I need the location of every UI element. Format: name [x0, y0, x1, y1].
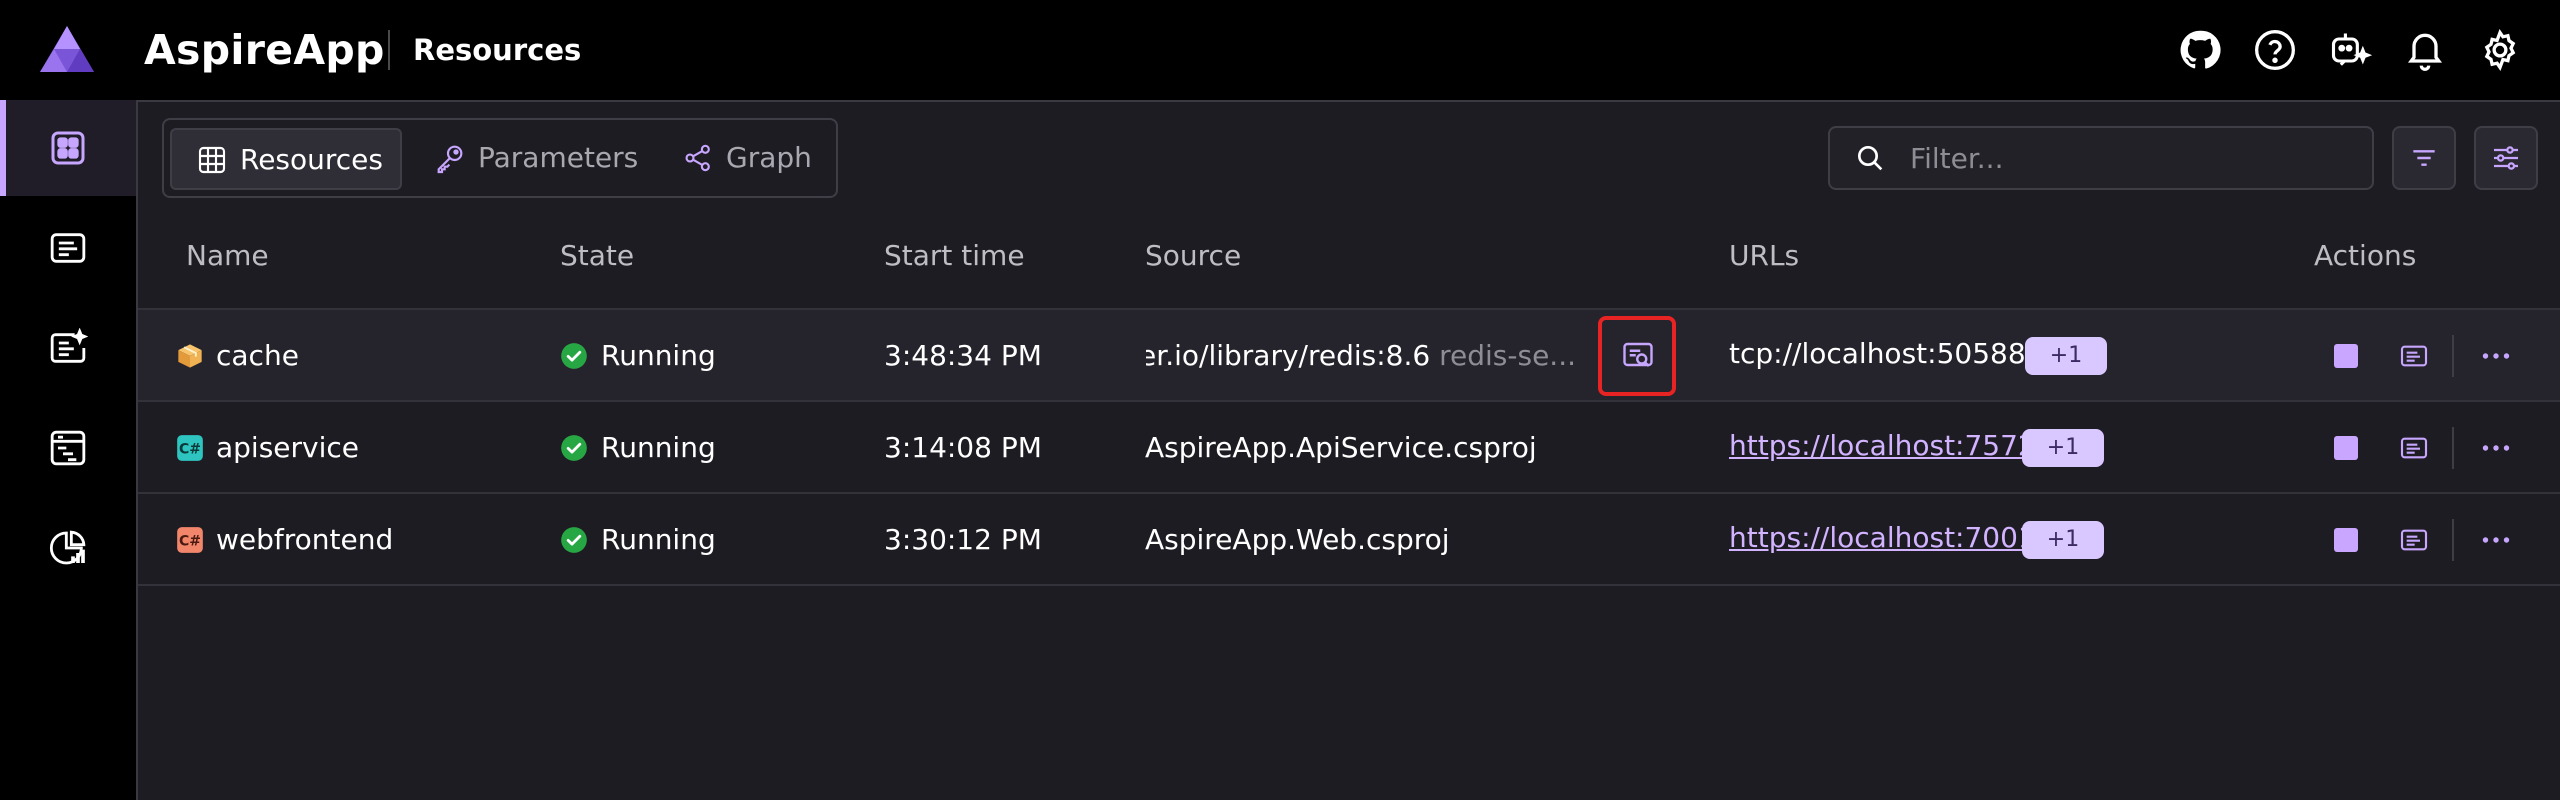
column-header-urls[interactable]: URLs [1729, 238, 1799, 274]
traces-icon [48, 428, 88, 468]
notifications-icon[interactable] [2403, 28, 2447, 72]
tab-graph[interactable]: Graph [664, 128, 824, 190]
resource-state: Running [601, 523, 716, 556]
running-check-icon [560, 526, 588, 554]
column-header-state[interactable]: State [560, 238, 634, 274]
resource-source: AspireApp.ApiService.csproj [1145, 431, 1537, 464]
tab-label: Resources [240, 143, 383, 176]
view-tabs: Resources Parameters Graph [162, 118, 838, 198]
sidebar-item-console-logs[interactable] [0, 200, 136, 296]
sidebar-item-resources[interactable] [0, 100, 136, 196]
header-divider [388, 30, 390, 70]
resource-name[interactable]: webfrontend [216, 522, 393, 558]
action-divider [2452, 335, 2454, 377]
resource-source: AspireApp.Web.csproj [1145, 523, 1450, 556]
url-more-badge[interactable]: +1 [2022, 521, 2104, 559]
metrics-icon [48, 528, 88, 568]
resource-url[interactable]: tcp://localhost:50588 [1729, 336, 2026, 372]
tab-parameters[interactable]: Parameters [414, 128, 654, 190]
app-header: AspireApp Resources [0, 0, 2560, 100]
tab-resources[interactable]: Resources [170, 128, 402, 190]
resource-state: Running [601, 431, 716, 464]
tab-label: Graph [726, 141, 812, 174]
svg-text:C#: C# [179, 533, 201, 549]
stop-icon[interactable] [2334, 436, 2358, 460]
resource-start-time: 3:14:08 PM [884, 431, 1042, 464]
column-header-actions: Actions [2314, 239, 2417, 272]
url-more-badge[interactable]: +1 [2025, 337, 2107, 375]
resource-start-time: 3:48:34 PM [884, 339, 1042, 372]
column-header-start-time[interactable]: Start time [884, 238, 1025, 274]
action-divider [2452, 519, 2454, 561]
table-icon [196, 144, 228, 176]
page-title: Resources [413, 33, 582, 67]
help-icon[interactable] [2253, 28, 2297, 72]
console-logs-icon[interactable] [2398, 524, 2430, 556]
more-actions-icon[interactable] [2478, 522, 2514, 558]
running-check-icon [560, 434, 588, 462]
source-image: docker.io/library/redis:8.6 [1146, 339, 1431, 372]
resource-name[interactable]: cache [216, 338, 299, 374]
sidebar-item-traces[interactable] [0, 400, 136, 496]
url-more-badge[interactable]: +1 [2022, 429, 2104, 467]
sidebar-nav [0, 100, 136, 800]
more-actions-icon[interactable] [2478, 338, 2514, 374]
more-actions-icon[interactable] [2478, 430, 2514, 466]
stop-icon[interactable] [2334, 344, 2358, 368]
container-icon [176, 342, 204, 370]
share-icon [682, 142, 714, 174]
key-icon [434, 142, 466, 174]
copilot-icon[interactable] [2328, 28, 2372, 72]
tab-label: Parameters [478, 141, 639, 174]
filter-input[interactable] [1910, 136, 2350, 180]
details-icon [1620, 338, 1656, 374]
filter-options-button[interactable] [2392, 126, 2456, 190]
sliders-icon [2494, 146, 2518, 170]
sidebar-item-metrics[interactable] [0, 500, 136, 596]
sidebar-item-structured-logs[interactable] [0, 300, 136, 396]
resource-url-link[interactable]: https://localhost:7001 [1729, 520, 2036, 556]
resource-name[interactable]: apiservice [216, 430, 359, 466]
column-header-source[interactable]: Source [1145, 238, 1241, 274]
source-container-name: redis-se... [1439, 339, 1576, 372]
search-icon [1854, 142, 1886, 174]
action-divider [2452, 427, 2454, 469]
aspire-logo-icon[interactable] [38, 24, 96, 74]
settings-sliders-button[interactable] [2474, 126, 2538, 190]
resource-start-time: 3:30:12 PM [884, 523, 1042, 556]
csharp-project-icon: C# [176, 434, 204, 462]
settings-icon[interactable] [2478, 28, 2522, 72]
running-check-icon [560, 342, 588, 370]
structured-logs-icon [48, 328, 88, 368]
github-icon[interactable] [2178, 28, 2222, 72]
resource-state: Running [601, 339, 716, 372]
console-logs-icon[interactable] [2398, 340, 2430, 372]
filter-lines-icon [2413, 150, 2435, 166]
csharp-project-icon: C# [176, 526, 204, 554]
table-bottom-border [138, 584, 2560, 586]
view-source-details-button[interactable] [1598, 316, 1676, 396]
stop-icon[interactable] [2334, 528, 2358, 552]
column-header-name[interactable]: Name [186, 238, 269, 274]
console-logs-icon[interactable] [2398, 432, 2430, 464]
filter-field[interactable] [1828, 126, 2374, 190]
grid-icon [48, 128, 88, 168]
app-name[interactable]: AspireApp [144, 22, 385, 78]
console-icon [48, 228, 88, 268]
resource-source: docker.io/library/redis:8.6 redis-se... [1146, 334, 1576, 378]
svg-text:C#: C# [179, 441, 201, 457]
resource-url-link[interactable]: https://localhost:7572 [1729, 428, 2036, 464]
